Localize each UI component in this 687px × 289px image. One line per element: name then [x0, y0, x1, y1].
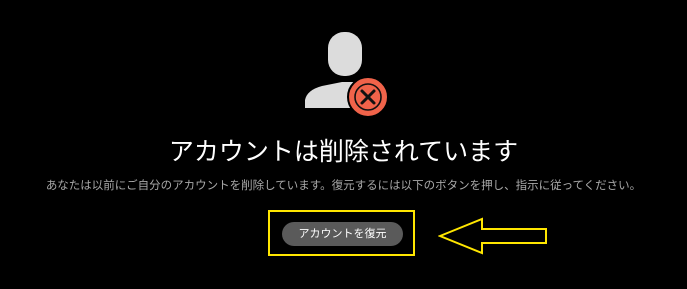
- deleted-account-icon-group: [302, 30, 392, 116]
- highlight-box: アカウントを復元: [268, 210, 415, 256]
- restore-account-button[interactable]: アカウントを復元: [282, 222, 403, 246]
- close-icon: [347, 76, 389, 116]
- user-deleted-icon: [305, 32, 389, 116]
- description-text: あなたは以前にご自分のアカウントを削除しています。復元するには以下のボタンを押し…: [45, 178, 642, 192]
- page-title: アカウントは削除されています: [168, 137, 519, 166]
- arrow-left-icon: [437, 215, 550, 261]
